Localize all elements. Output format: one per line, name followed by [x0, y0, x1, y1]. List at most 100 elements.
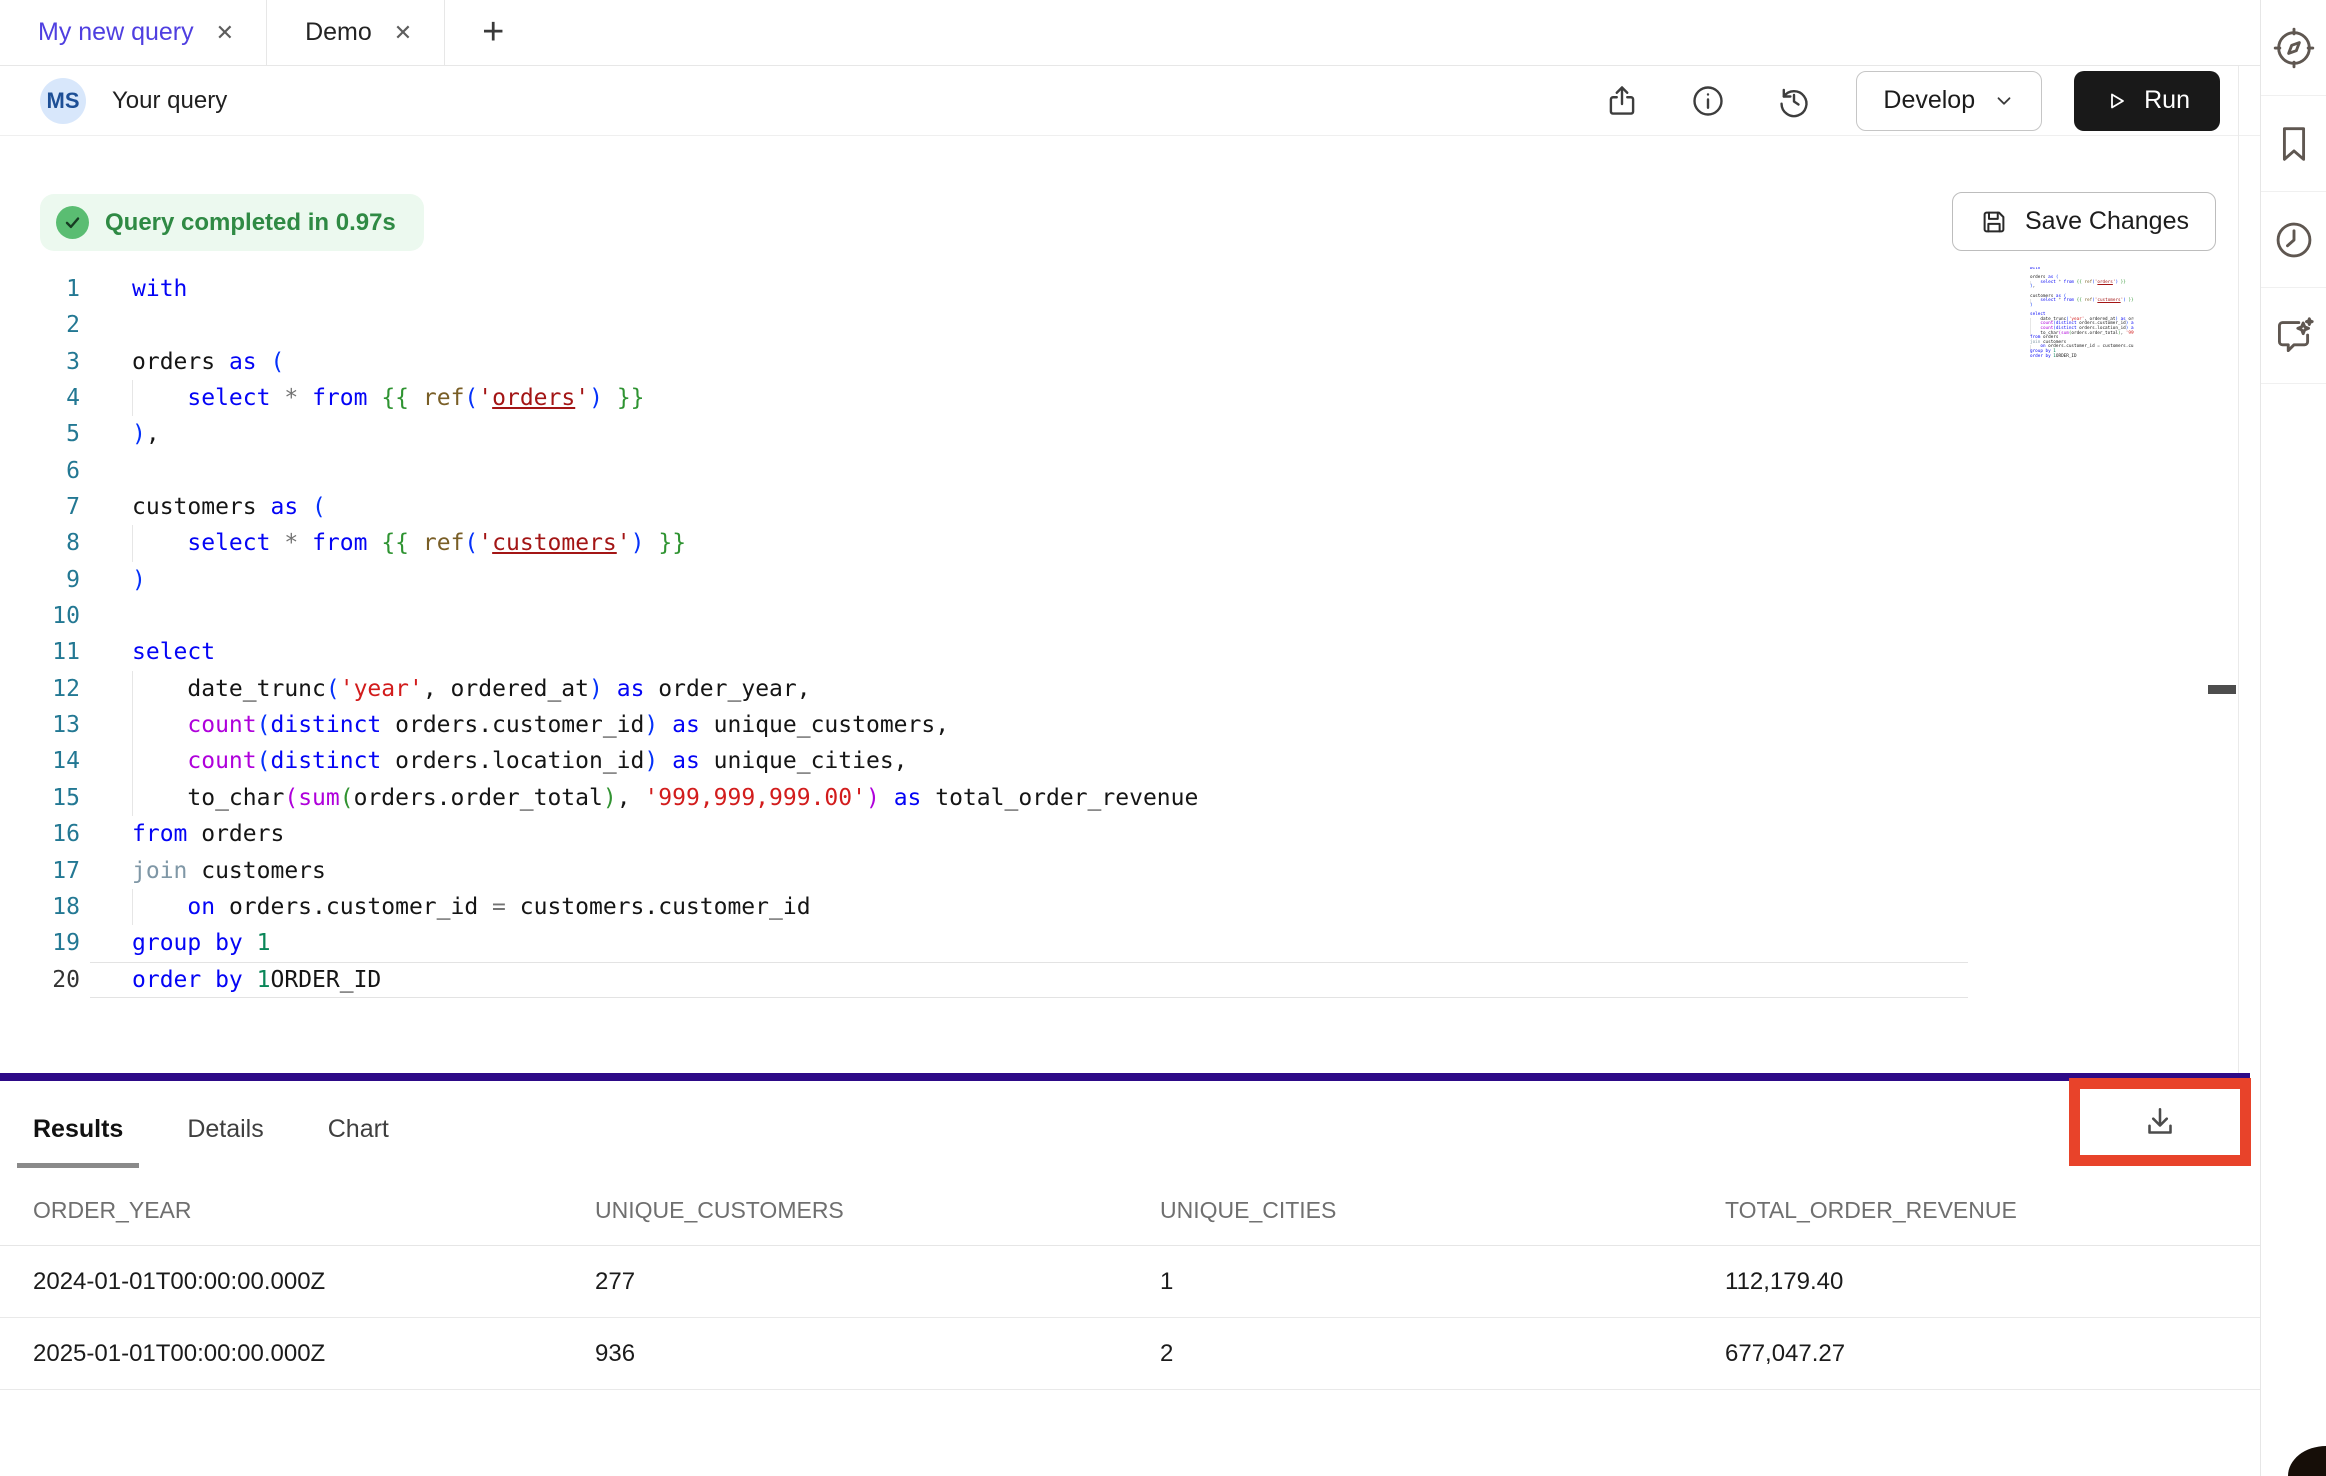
code-line[interactable]: 20order by 1ORDER_ID	[0, 962, 2236, 998]
column-header-unique-customers: UNIQUE_CUSTOMERS	[595, 1197, 1160, 1224]
results-tab-results[interactable]: Results	[33, 1115, 123, 1144]
editor-scrollbar-handle[interactable]	[2208, 685, 2236, 694]
code-token	[409, 530, 423, 556]
code-token: customers.customer_id	[506, 894, 811, 920]
code-token: 1	[257, 930, 271, 956]
main-area: My new query✕Demo✕+ MS Your query Develo…	[0, 0, 2260, 1476]
line-text	[80, 598, 132, 634]
code-token: ref	[2084, 280, 2092, 285]
code-token: orders.order_total	[2071, 331, 2118, 336]
save-changes-label: Save Changes	[2025, 207, 2189, 236]
compass-icon[interactable]	[2261, 0, 2326, 96]
code-line[interactable]: 11select	[0, 634, 2236, 670]
code-line[interactable]: 7customers as (	[0, 489, 2236, 525]
code-token	[603, 385, 617, 411]
code-token: with	[132, 276, 187, 302]
line-text: orders as (	[80, 344, 284, 380]
code-token: order_year,	[644, 676, 810, 702]
code-token: )	[644, 748, 658, 774]
tab-close-icon[interactable]: ✕	[216, 22, 234, 44]
code-line[interactable]: 9)	[0, 562, 2236, 598]
line-number: 8	[0, 525, 80, 561]
line-number: 20	[0, 962, 80, 998]
code-line[interactable]: 19group by 1	[0, 925, 2236, 961]
code-token	[243, 930, 257, 956]
table-cell: 1	[1160, 1268, 1725, 1296]
query-status-badge: Query completed in 0.97s	[40, 194, 424, 251]
code-token: customers	[492, 530, 617, 556]
code-token: select	[2040, 280, 2056, 285]
code-token: {{	[381, 385, 409, 411]
code-token: as	[617, 676, 645, 702]
code-line[interactable]: 3orders as (	[0, 344, 2236, 380]
line-number: 3	[0, 344, 80, 380]
results-tab-bar: Results Details Chart	[0, 1081, 2260, 1163]
code-token: '	[575, 385, 589, 411]
code-token: distinct	[271, 748, 382, 774]
code-token	[603, 676, 617, 702]
run-button[interactable]: Run	[2074, 71, 2220, 131]
results-tab-details[interactable]: Details	[187, 1115, 263, 1144]
tab-close-icon[interactable]: ✕	[394, 22, 412, 44]
code-line[interactable]: 13 count(distinct orders.customer_id) as…	[0, 707, 2236, 743]
code-line[interactable]: 1with	[0, 271, 2236, 307]
editor-minimap[interactable]: withorders as ( select * from {{ ref('or…	[1978, 267, 2134, 363]
chevron-down-icon	[1993, 90, 2015, 112]
code-line[interactable]: 15 to_char(sum(orders.order_total), '999…	[0, 780, 2236, 816]
table-row[interactable]: 2025-01-01T00:00:00.000Z9362677,047.27	[0, 1318, 2260, 1390]
code-token: ORDER_ID	[2056, 354, 2077, 359]
line-number: 4	[0, 380, 80, 416]
code-token: from	[2064, 298, 2074, 303]
avatar: MS	[40, 78, 86, 124]
code-line[interactable]: 18 on orders.customer_id = customers.cus…	[0, 889, 2236, 925]
history-clock-icon[interactable]	[2261, 192, 2326, 288]
develop-dropdown[interactable]: Develop	[1856, 71, 2042, 131]
code-line[interactable]: 8 select * from {{ ref('customers') }}	[0, 525, 2236, 561]
code-token: from	[2064, 280, 2074, 285]
tab-demo[interactable]: Demo✕	[267, 0, 445, 65]
bookmark-icon[interactable]	[2261, 96, 2326, 192]
new-tab-button[interactable]: +	[445, 0, 541, 65]
sql-editor[interactable]: Query completed in 0.97s Save Changes 1w…	[0, 136, 2260, 1073]
line-number: 17	[0, 853, 80, 889]
code-token: )	[132, 421, 146, 447]
code-token	[658, 712, 672, 738]
code-token	[409, 385, 423, 411]
info-icon[interactable]	[1690, 83, 1726, 119]
panel-resize-divider[interactable]	[0, 1073, 2250, 1081]
code-token: (	[464, 385, 478, 411]
line-number: 15	[0, 780, 80, 816]
results-panel: ResultsDetailsChart ORDER_YEARUNIQUE_CUS…	[0, 1081, 2260, 1476]
results-tab-chart[interactable]: Chart	[328, 1115, 389, 1144]
code-token	[132, 785, 187, 811]
history-icon[interactable]	[1776, 83, 1812, 119]
code-token: ,	[2033, 284, 2036, 289]
code-line[interactable]: 12 date_trunc('year', ordered_at) as ord…	[0, 671, 2236, 707]
code-token: as	[229, 349, 257, 375]
code-line[interactable]: 6	[0, 453, 2236, 489]
ai-chat-sparkle-icon[interactable]	[2261, 288, 2326, 384]
code-area[interactable]: 1with23orders as (4 select * from {{ ref…	[0, 271, 2236, 998]
code-token	[270, 385, 284, 411]
code-token: }}	[658, 530, 686, 556]
code-line[interactable]: 16from orders	[0, 816, 2236, 852]
code-line[interactable]: 4 select * from {{ ref('orders') }}	[0, 380, 2236, 416]
tab-my-new-query[interactable]: My new query✕	[0, 0, 267, 65]
code-token: )	[2030, 303, 2033, 308]
code-token	[132, 676, 187, 702]
share-icon[interactable]	[1604, 83, 1640, 119]
line-number: 19	[0, 925, 80, 961]
code-token: '999,999,999.00'	[644, 785, 866, 811]
code-line[interactable]: 17join customers	[0, 853, 2236, 889]
code-line[interactable]: 5),	[0, 416, 2236, 452]
download-results-button[interactable]	[2138, 1100, 2182, 1144]
code-token: {{	[381, 530, 409, 556]
minimap-line: order by 1ORDER_ID	[1978, 355, 2134, 360]
code-token: '	[478, 385, 492, 411]
table-row[interactable]: 2024-01-01T00:00:00.000Z2771112,179.40	[0, 1246, 2260, 1318]
save-changes-button[interactable]: Save Changes	[1952, 192, 2216, 251]
code-line[interactable]: 14 count(distinct orders.location_id) as…	[0, 743, 2236, 779]
code-line[interactable]: 10	[0, 598, 2236, 634]
code-token: join	[132, 858, 187, 884]
code-line[interactable]: 2	[0, 307, 2236, 343]
